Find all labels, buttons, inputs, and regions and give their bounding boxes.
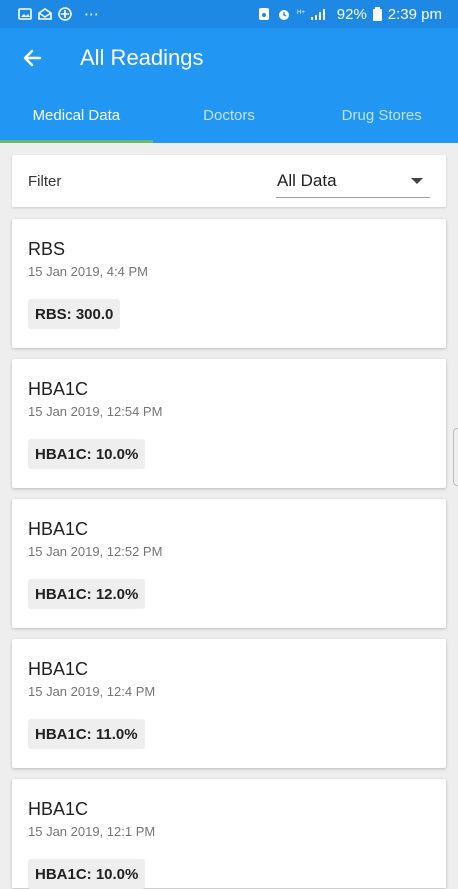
tab-doctors[interactable]: Doctors	[153, 88, 306, 143]
tab-label: Medical Data	[32, 107, 121, 124]
status-bar: ⋯ H+ 92% 2:39 pm	[0, 0, 458, 28]
scrollbar[interactable]	[453, 428, 458, 486]
chevron-down-icon	[411, 178, 423, 184]
reading-date: 15 Jan 2019, 12:1 PM	[28, 824, 156, 839]
alarm-icon	[277, 7, 291, 21]
reading-value-badge: RBS: 300.0	[28, 299, 121, 329]
tab-medical-data[interactable]: Medical Data	[0, 88, 153, 143]
filter-dropdown[interactable]: All Data	[276, 167, 430, 198]
reading-card[interactable]: RBS 15 Jan 2019, 4:4 PM RBS: 300.0	[12, 219, 446, 348]
reading-title: HBA1C	[28, 659, 89, 679]
status-right: H+ 92% 2:39 pm	[257, 6, 442, 23]
app-bar: All Readings	[0, 28, 458, 88]
reading-date: 15 Jan 2019, 12:54 PM	[28, 404, 163, 419]
arrow-left-icon	[23, 49, 42, 67]
filter-selected-value: All Data	[277, 171, 337, 190]
reading-date: 15 Jan 2019, 12:52 PM	[28, 544, 163, 559]
game-icon	[58, 7, 72, 21]
mail-icon	[38, 7, 52, 21]
more-icon: ⋯	[84, 6, 99, 23]
status-time: 2:39 pm	[387, 5, 442, 23]
signal-icon: H+	[297, 7, 331, 21]
reading-date: 15 Jan 2019, 12:4 PM	[28, 684, 156, 699]
reading-title: HBA1C	[28, 379, 89, 399]
reading-card[interactable]: HBA1C 15 Jan 2019, 12:4 PM HBA1C: 11.0%	[12, 639, 446, 768]
filter-card: Filter All Data	[12, 155, 446, 207]
page-title: All Readings	[80, 45, 204, 70]
battery-icon	[372, 7, 382, 21]
tab-label: Drug Stores	[341, 107, 422, 124]
reading-card[interactable]: HBA1C 15 Jan 2019, 12:52 PM HBA1C: 12.0%	[12, 499, 446, 628]
filter-label: Filter	[28, 173, 62, 190]
reading-value-badge: HBA1C: 11.0%	[28, 719, 145, 749]
battery-percent: 92%	[336, 5, 367, 23]
reading-title: RBS	[28, 239, 66, 259]
sim-icon	[257, 7, 271, 21]
reading-value-badge: HBA1C: 10.0%	[28, 859, 146, 889]
tab-drug-stores[interactable]: Drug Stores	[305, 88, 458, 143]
reading-card[interactable]: HBA1C 15 Jan 2019, 12:54 PM HBA1C: 10.0%	[12, 359, 446, 488]
tab-bar: Medical Data Doctors Drug Stores	[0, 88, 458, 143]
reading-value-badge: HBA1C: 10.0%	[28, 439, 146, 469]
reading-date: 15 Jan 2019, 4:4 PM	[28, 264, 148, 279]
reading-title: HBA1C	[28, 519, 89, 539]
reading-title: HBA1C	[28, 799, 89, 819]
back-button[interactable]	[16, 42, 48, 74]
tab-label: Doctors	[203, 107, 255, 124]
reading-value-badge: HBA1C: 12.0%	[28, 579, 146, 609]
svg-text:H+: H+	[297, 10, 305, 16]
reading-card[interactable]: HBA1C 15 Jan 2019, 12:1 PM HBA1C: 10.0%	[12, 779, 446, 889]
image-icon	[18, 7, 32, 21]
status-left: ⋯	[18, 5, 99, 23]
